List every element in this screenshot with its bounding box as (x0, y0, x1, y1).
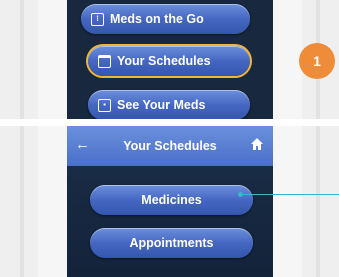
pill-grid-icon: ⁝ (91, 12, 104, 26)
your-schedules-button[interactable]: Your Schedules (88, 46, 250, 76)
your-schedules-label: Your Schedules (117, 54, 211, 68)
appointments-label: Appointments (129, 236, 214, 250)
calendar-icon (98, 54, 111, 68)
app-header: ← Your Schedules (67, 126, 273, 166)
image-icon: ▪ (98, 98, 111, 112)
appointments-button[interactable]: Appointments (90, 228, 253, 258)
medicines-button[interactable]: Medicines (90, 185, 253, 215)
see-your-meds-button[interactable]: ▪ See Your Meds (88, 90, 250, 119)
medicines-label: Medicines (141, 193, 202, 207)
callout-dot (238, 192, 243, 197)
page-title: Your Schedules (123, 139, 217, 153)
meds-on-the-go-button[interactable]: ⁝ Meds on the Go (81, 4, 250, 34)
see-your-meds-label: See Your Meds (117, 98, 206, 112)
callout-line (240, 194, 339, 195)
step-number-badge: 1 (299, 43, 335, 79)
top-app-screen: ⁝ Meds on the Go Your Schedules ▪ See Yo… (67, 0, 273, 119)
meds-on-the-go-label: Meds on the Go (110, 12, 204, 26)
home-icon[interactable] (251, 138, 263, 150)
bottom-app-screen: ← Your Schedules Medicines Appointments (67, 126, 273, 277)
